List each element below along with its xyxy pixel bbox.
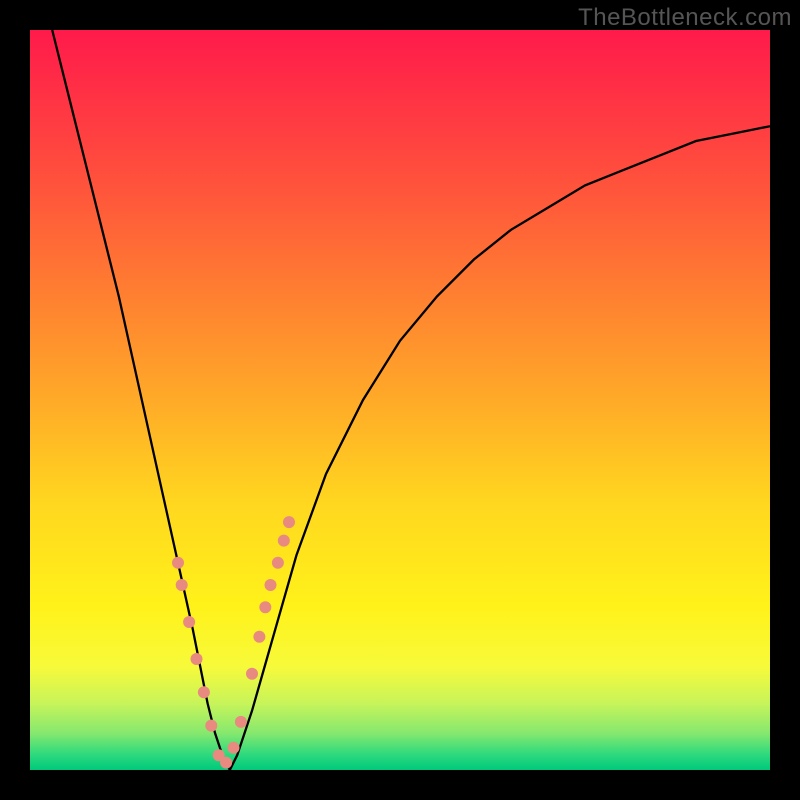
highlight-dot — [253, 631, 265, 643]
highlight-dot — [176, 579, 188, 591]
highlight-dot — [259, 601, 271, 613]
plot-area — [30, 30, 770, 770]
highlight-dot — [183, 616, 195, 628]
highlight-dot — [265, 579, 277, 591]
highlight-dot — [205, 720, 217, 732]
bottleneck-curve — [52, 30, 770, 770]
highlight-dot — [220, 757, 232, 769]
highlight-dot — [246, 668, 258, 680]
highlight-dot — [198, 686, 210, 698]
chart-svg — [30, 30, 770, 770]
chart-frame: TheBottleneck.com — [0, 0, 800, 800]
highlight-dot — [272, 557, 284, 569]
highlight-dot — [191, 653, 203, 665]
watermark-text: TheBottleneck.com — [578, 4, 792, 32]
highlight-dot — [228, 742, 240, 754]
highlight-dot — [278, 535, 290, 547]
highlight-dot — [283, 516, 295, 528]
highlight-dot — [172, 557, 184, 569]
highlight-dot — [235, 716, 247, 728]
highlight-dots — [172, 516, 295, 769]
